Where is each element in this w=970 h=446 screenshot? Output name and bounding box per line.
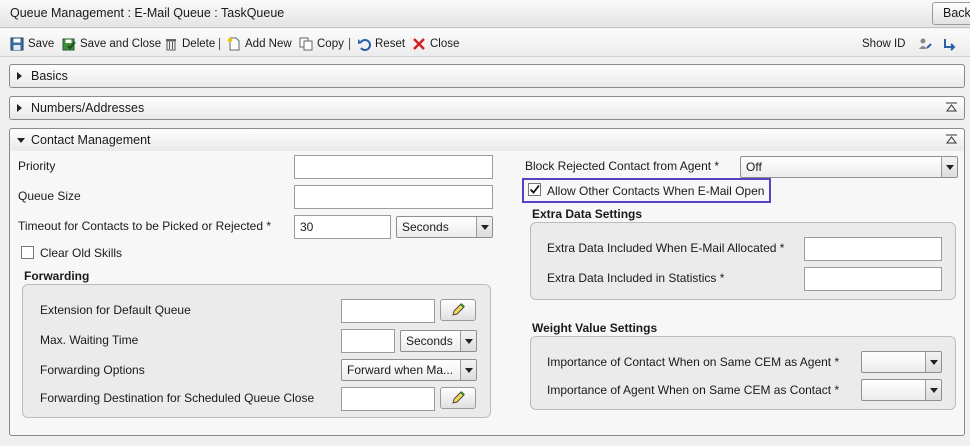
priority-input[interactable] bbox=[294, 155, 493, 179]
basics-header[interactable]: Basics bbox=[10, 65, 964, 87]
edit-ext-default-button[interactable] bbox=[440, 299, 476, 321]
importance-contact-select[interactable] bbox=[861, 351, 942, 373]
show-id-label: Show ID bbox=[862, 38, 906, 50]
chevron-down-icon bbox=[476, 217, 492, 237]
block-rejected-label: Block Rejected Contact from Agent * bbox=[525, 159, 720, 173]
block-rejected-value: Off bbox=[746, 160, 762, 174]
user-edit-icon bbox=[918, 37, 932, 51]
save-button[interactable]: Save bbox=[10, 35, 54, 53]
timeout-label: Timeout for Contacts to be Picked or Rej… bbox=[18, 219, 272, 233]
extra-data-allocated-label: Extra Data Included When E-Mail Allocate… bbox=[547, 241, 785, 255]
forwarding-options-select[interactable]: Forward when Ma... bbox=[341, 359, 477, 381]
navigate-button[interactable] bbox=[942, 35, 960, 53]
copy-button[interactable]: Copy bbox=[299, 35, 344, 53]
extra-data-statistics-input[interactable] bbox=[804, 267, 942, 291]
new-document-icon bbox=[227, 37, 241, 51]
max-waiting-unit-value: Seconds bbox=[406, 334, 453, 348]
max-waiting-time-label: Max. Waiting Time bbox=[40, 333, 139, 347]
arrow-down-right-icon bbox=[942, 37, 956, 51]
save-icon bbox=[10, 37, 24, 51]
priority-label: Priority bbox=[18, 159, 56, 173]
collapse-all-icon[interactable] bbox=[946, 134, 957, 145]
extra-data-allocated-input[interactable] bbox=[804, 237, 942, 261]
add-new-button[interactable]: Add New bbox=[227, 35, 292, 53]
close-icon bbox=[412, 37, 426, 51]
chevron-down-icon bbox=[460, 360, 476, 380]
numbers-addresses-header[interactable]: Numbers/Addresses bbox=[10, 97, 964, 119]
contact-management-header[interactable]: Contact Management bbox=[10, 129, 964, 151]
forwarding-options-label: Forwarding Options bbox=[40, 363, 145, 377]
numbers-addresses-title: Numbers/Addresses bbox=[31, 101, 145, 115]
close-label: Close bbox=[430, 38, 460, 50]
importance-agent-select[interactable] bbox=[861, 379, 942, 401]
clear-old-skills-label: Clear Old Skills bbox=[40, 246, 123, 260]
delete-label: Delete bbox=[182, 38, 216, 50]
ext-default-queue-label: Extension for Default Queue bbox=[40, 303, 191, 317]
chevron-down-icon bbox=[925, 380, 941, 400]
expand-arrow-icon bbox=[17, 104, 22, 112]
queue-size-label: Queue Size bbox=[18, 189, 81, 203]
max-waiting-time-input[interactable] bbox=[341, 329, 395, 353]
forwarding-destination-label: Forwarding Destination for Scheduled Que… bbox=[40, 391, 315, 405]
pencil-icon bbox=[452, 303, 465, 316]
add-new-label: Add New bbox=[245, 38, 292, 50]
save-and-close-icon bbox=[62, 37, 76, 51]
trash-icon bbox=[164, 37, 178, 51]
toolbar-separator bbox=[349, 38, 350, 50]
collapse-arrow-icon bbox=[17, 138, 25, 143]
save-and-close-button[interactable]: Save and Close bbox=[62, 35, 161, 53]
window-titlebar: Queue Management : E-Mail Queue : TaskQu… bbox=[0, 0, 970, 28]
expand-arrow-icon bbox=[17, 72, 22, 80]
numbers-addresses-panel: Numbers/Addresses bbox=[9, 96, 965, 120]
reset-label: Reset bbox=[375, 38, 406, 50]
timeout-unit-value: Seconds bbox=[402, 220, 449, 234]
forwarding-options-value: Forward when Ma... bbox=[347, 363, 454, 377]
copy-icon bbox=[299, 37, 313, 51]
delete-button[interactable]: Delete bbox=[164, 35, 215, 53]
basics-panel: Basics bbox=[9, 64, 965, 88]
toolbar: Save Save and Close Delete Add New Copy … bbox=[0, 29, 970, 57]
undo-icon bbox=[357, 37, 371, 51]
importance-contact-label: Importance of Contact When on Same CEM a… bbox=[547, 355, 840, 369]
allow-other-contacts-checkbox[interactable] bbox=[528, 183, 541, 196]
chevron-down-icon bbox=[941, 157, 957, 177]
timeout-unit-select[interactable]: Seconds bbox=[396, 216, 493, 238]
show-id-button[interactable]: Show ID bbox=[862, 35, 905, 53]
max-waiting-unit-select[interactable]: Seconds bbox=[400, 330, 477, 352]
block-rejected-select[interactable]: Off bbox=[740, 156, 958, 178]
window-title: Queue Management : E-Mail Queue : TaskQu… bbox=[10, 6, 285, 20]
basics-title: Basics bbox=[31, 69, 68, 83]
extra-data-title: Extra Data Settings bbox=[532, 207, 643, 221]
checkmark-icon bbox=[529, 184, 540, 194]
contact-management-title: Contact Management bbox=[31, 133, 151, 147]
allow-other-contacts-label: Allow Other Contacts When E-Mail Open bbox=[547, 184, 765, 198]
forwarding-title: Forwarding bbox=[24, 269, 90, 283]
chevron-down-icon bbox=[925, 352, 941, 372]
extra-data-statistics-label: Extra Data Included in Statistics * bbox=[547, 271, 725, 285]
copy-label: Copy bbox=[317, 38, 344, 50]
collapse-all-icon[interactable] bbox=[946, 102, 957, 113]
reset-button[interactable]: Reset bbox=[357, 35, 405, 53]
timeout-input[interactable]: 30 bbox=[294, 215, 391, 239]
chevron-down-icon bbox=[460, 331, 476, 351]
save-and-close-label: Save and Close bbox=[80, 38, 162, 50]
back-button[interactable]: Back bbox=[932, 2, 970, 25]
forwarding-destination-input[interactable] bbox=[341, 387, 435, 411]
close-button[interactable]: Close bbox=[412, 35, 459, 53]
toolbar-separator bbox=[219, 38, 220, 50]
weight-value-title: Weight Value Settings bbox=[532, 321, 658, 335]
user-tool-button[interactable] bbox=[918, 35, 936, 53]
queue-size-input[interactable] bbox=[294, 185, 493, 209]
clear-old-skills-checkbox[interactable] bbox=[21, 246, 34, 259]
edit-forwarding-destination-button[interactable] bbox=[440, 387, 476, 409]
ext-default-queue-input[interactable] bbox=[341, 299, 435, 323]
save-label: Save bbox=[28, 38, 55, 50]
importance-agent-label: Importance of Agent When on Same CEM as … bbox=[547, 383, 840, 397]
pencil-icon bbox=[452, 391, 465, 404]
